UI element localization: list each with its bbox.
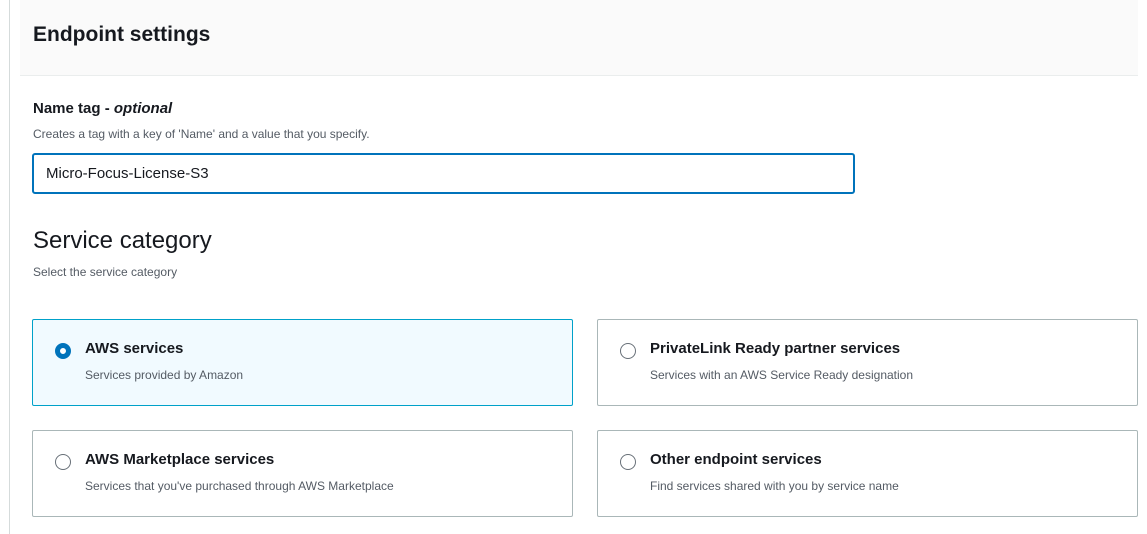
name-tag-input[interactable] [32,153,855,194]
service-category-description: Select the service category [33,265,178,279]
radio-aws-marketplace-services[interactable] [55,454,71,470]
tile-privatelink-ready-partner-services[interactable]: PrivateLink Ready partner services Servi… [597,319,1138,406]
tile-aws-marketplace-services[interactable]: AWS Marketplace services Services that y… [32,430,573,517]
name-tag-label-text: Name tag [33,100,101,117]
tile-description: Services provided by Amazon [85,368,244,382]
name-tag-description: Creates a tag with a key of 'Name' and a… [33,127,370,141]
tile-title: AWS services [85,340,184,357]
name-tag-separator: - [100,100,114,117]
tile-title: AWS Marketplace services [85,451,275,468]
tile-description: Find services shared with you by service… [650,479,899,493]
radio-other-endpoint-services[interactable] [620,454,636,470]
service-category-title: Service category [33,227,212,254]
tile-title: PrivateLink Ready partner services [650,340,901,357]
radio-privatelink-ready-partner-services[interactable] [620,343,636,359]
name-tag-label: Name tag - optional [33,100,172,117]
panel-title: Endpoint settings [33,23,211,46]
tile-aws-services[interactable]: AWS services Services provided by Amazon [32,319,573,406]
optional-marker: optional [113,100,173,117]
radio-aws-services[interactable] [55,343,71,359]
tile-description: Services with an AWS Service Ready desig… [650,368,914,382]
tile-title: Other endpoint services [650,451,822,468]
tile-other-endpoint-services[interactable]: Other endpoint services Find services sh… [597,430,1138,517]
tile-description: Services that you've purchased through A… [85,479,394,493]
panel-header: Endpoint settings [20,0,1138,76]
